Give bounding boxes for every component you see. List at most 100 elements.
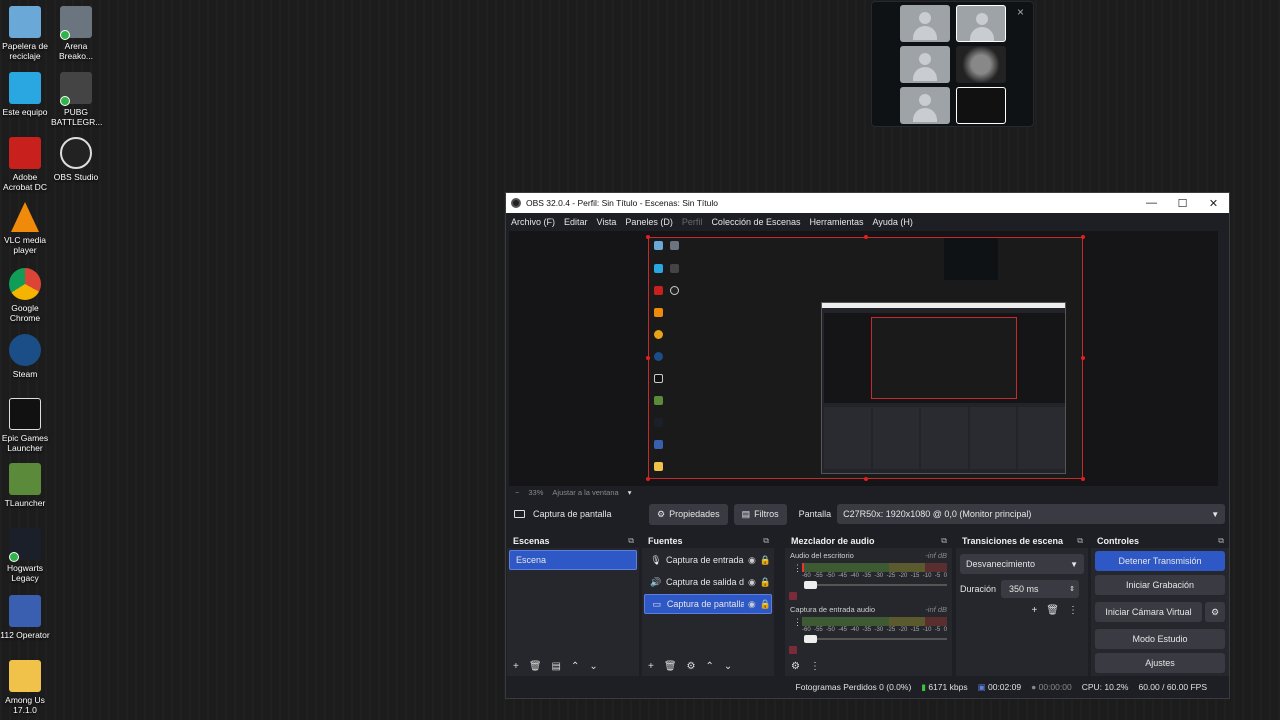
menu-paneles[interactable]: Paneles (D) <box>625 217 673 227</box>
minimize-button[interactable]: — <box>1136 197 1167 210</box>
stop-stream-button[interactable]: Detener Transmisión <box>1095 551 1225 571</box>
desktop-icon-chrome[interactable]: Google Chrome <box>0 268 50 323</box>
menu-herramientas[interactable]: Herramientas <box>810 217 864 227</box>
desktop-icon-among-us[interactable]: Among Us 17.1.0 <box>0 660 50 715</box>
display-label: Pantalla <box>798 509 832 519</box>
undock-icon[interactable]: ⧉ <box>941 536 947 546</box>
add-icon[interactable]: + <box>648 661 654 672</box>
filter-icon: ▤ <box>741 508 751 519</box>
arrow-down-icon[interactable]: ⌄ <box>589 661 597 672</box>
desktop-icon-hogwarts[interactable]: Hogwarts Legacy <box>0 528 50 583</box>
sources-title: Fuentes <box>648 535 683 546</box>
close-icon[interactable]: × <box>1017 5 1024 19</box>
obs-logo-icon <box>511 198 521 208</box>
participant-tile[interactable] <box>900 46 950 83</box>
source-item[interactable]: ▭ Captura de pantalla ◉ 🔒 <box>644 594 772 614</box>
settings-button[interactable]: Ajustes <box>1095 653 1225 673</box>
trash-icon[interactable]: 🗑 <box>1046 605 1059 616</box>
folder-icon <box>9 660 41 692</box>
eye-icon[interactable]: ◉ <box>748 577 756 588</box>
menu-ayuda[interactable]: Ayuda (H) <box>873 217 913 227</box>
desktop-icon-obs-studio[interactable]: OBS Studio <box>51 137 101 182</box>
arrow-up-icon[interactable]: ⌃ <box>706 661 714 672</box>
volume-slider[interactable] <box>804 581 947 589</box>
desktop-icon-pubg[interactable]: PUBG BATTLEGR... <box>51 72 103 127</box>
desktop-icon-adobe-acrobat[interactable]: Adobe Acrobat DC <box>0 137 50 192</box>
recycle-bin-icon <box>9 6 41 38</box>
transition-select[interactable]: Desvanecimiento ▼ <box>960 554 1084 574</box>
arrow-up-icon[interactable]: ⌃ <box>571 661 579 672</box>
desktop-icon-label: Papelera de reciclaje <box>2 41 48 61</box>
lock-icon[interactable]: 🔒 <box>760 577 771 588</box>
source-item[interactable]: 🎙 Captura de entrada ◉ 🔒 <box>644 550 772 570</box>
participant-video-tile[interactable] <box>956 46 1006 83</box>
gear-icon[interactable]: ⚙ <box>687 661 696 672</box>
participant-tile[interactable] <box>900 5 950 42</box>
trash-icon[interactable]: 🗑 <box>529 661 542 672</box>
add-icon[interactable]: + <box>513 661 519 672</box>
lock-icon[interactable]: 🔒 <box>760 599 771 610</box>
trash-icon[interactable]: 🗑 <box>664 661 677 672</box>
menu-archivo[interactable]: Archivo (F) <box>511 217 555 227</box>
duration-input[interactable]: 350 ms ⇕ <box>1001 580 1080 598</box>
desktop-icon-112-operator[interactable]: 112 Operator <box>0 595 50 640</box>
desktop-icon-label: PUBG BATTLEGR... <box>51 107 103 127</box>
undock-icon[interactable]: ⧉ <box>628 536 634 546</box>
menu-editar[interactable]: Editar <box>564 217 588 227</box>
steam-icon <box>9 334 41 366</box>
menu-coleccion-escenas[interactable]: Colección de Escenas <box>711 217 800 227</box>
desktop-icon-epic-games[interactable]: Epic Games Launcher <box>0 398 50 453</box>
undock-icon[interactable]: ⧉ <box>763 536 769 546</box>
zoom-fit-label[interactable]: Ajustar a la ventana <box>552 488 618 497</box>
mute-icon[interactable] <box>789 592 797 600</box>
studio-mode-button[interactable]: Modo Estudio <box>1095 629 1225 649</box>
preview-source-frame[interactable] <box>648 237 1083 479</box>
channel-menu-icon[interactable]: ⋮ <box>793 617 802 628</box>
display-select[interactable]: C27R50x: 1920x1080 @ 0,0 (Monitor princi… <box>837 504 1226 524</box>
scene-item[interactable]: Escena <box>509 550 637 570</box>
epic-games-icon <box>9 398 41 430</box>
volume-meter <box>802 563 947 572</box>
undock-icon[interactable]: ⧉ <box>1218 536 1224 546</box>
zoom-level: 33% <box>528 487 544 497</box>
preview-nested-obs <box>821 302 1066 474</box>
zoom-out-button[interactable]: − <box>515 488 519 497</box>
channel-menu-icon[interactable]: ⋮ <box>793 563 802 574</box>
mute-icon[interactable] <box>789 646 797 654</box>
lock-icon[interactable]: 🔒 <box>760 555 771 566</box>
volume-slider[interactable] <box>804 635 947 643</box>
desktop-icon-label: Adobe Acrobat DC <box>3 172 47 192</box>
desktop-icon-vlc[interactable]: VLC media player <box>0 202 50 255</box>
volume-meter <box>802 617 947 626</box>
add-icon[interactable]: + <box>1031 605 1037 616</box>
eye-icon[interactable]: ◉ <box>748 555 756 566</box>
advanced-audio-icon[interactable]: ⚙ <box>791 661 800 672</box>
self-view-tile[interactable] <box>956 87 1006 124</box>
undock-icon[interactable]: ⧉ <box>1077 536 1083 546</box>
filters-button[interactable]: ▤ Filtros <box>733 503 787 525</box>
start-virtual-camera-button[interactable]: Iniciar Cámara Virtual <box>1095 602 1202 622</box>
gear-icon: ⚙ <box>1210 607 1220 617</box>
preview-canvas[interactable] <box>509 231 1218 486</box>
filter-icon[interactable]: ▤ <box>552 661 561 672</box>
spinner-icon[interactable]: ⇕ <box>1069 585 1075 593</box>
more-icon[interactable]: ⋮ <box>1068 605 1078 616</box>
participant-tile[interactable] <box>956 5 1006 42</box>
close-button[interactable]: ✕ <box>1198 197 1229 210</box>
desktop-icon-this-pc[interactable]: Este equipo <box>0 72 50 117</box>
menu-vista[interactable]: Vista <box>597 217 617 227</box>
maximize-button[interactable]: ☐ <box>1167 197 1198 210</box>
desktop-icon-steam[interactable]: Steam <box>0 334 50 379</box>
participant-tile[interactable] <box>900 87 950 124</box>
zoom-dropdown-icon[interactable]: ▾ <box>628 488 632 497</box>
start-recording-button[interactable]: Iniciar Grabación <box>1095 575 1225 595</box>
source-item[interactable]: 🔊 Captura de salida d ◉ 🔒 <box>644 572 772 592</box>
desktop-icon-recycle-bin[interactable]: Papelera de reciclaje <box>0 6 50 61</box>
properties-button[interactable]: ⚙ Propiedades <box>649 503 728 525</box>
desktop-icon-arena-breakout[interactable]: Arena Breako... <box>51 6 101 61</box>
eye-icon[interactable]: ◉ <box>748 599 756 610</box>
more-icon[interactable]: ⋮ <box>810 661 820 672</box>
desktop-icon-tlauncher[interactable]: TLauncher <box>0 463 50 508</box>
arrow-down-icon[interactable]: ⌄ <box>724 661 732 672</box>
virtual-camera-settings-button[interactable]: ⚙ <box>1205 602 1225 622</box>
